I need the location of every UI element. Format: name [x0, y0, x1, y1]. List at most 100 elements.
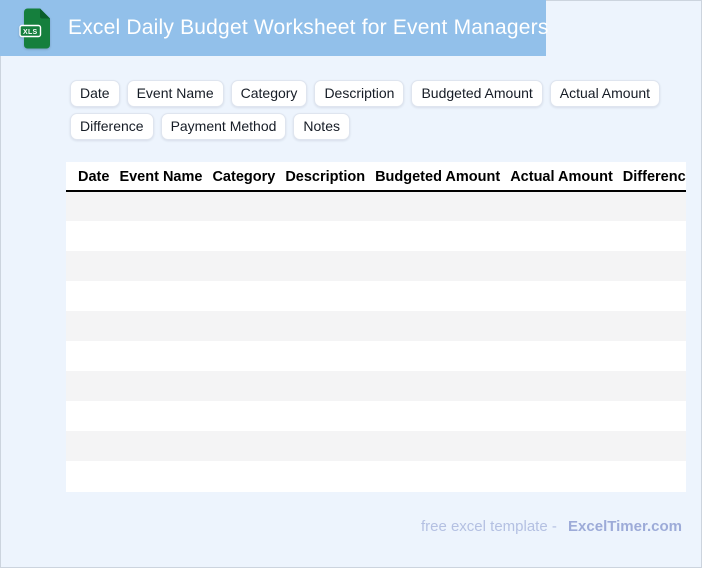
table-cell — [370, 371, 505, 401]
table-cell — [618, 401, 686, 431]
table-cell — [618, 221, 686, 251]
table-cell — [505, 341, 618, 371]
column-header-actual-amount: Actual Amount — [505, 162, 618, 192]
table-cell — [207, 251, 280, 281]
page-title: Excel Daily Budget Worksheet for Event M… — [68, 16, 549, 39]
page: { "header": { "title": "Excel Daily Budg… — [0, 0, 702, 568]
table-header-row: Date Event Name Category Description Budgete… — [66, 162, 686, 192]
field-chip-date[interactable]: Date — [70, 80, 120, 107]
column-header-budgeted-amount: Budgeted Amount — [370, 162, 506, 192]
field-chip-difference[interactable]: Difference — [70, 113, 154, 140]
table-cell — [114, 461, 207, 491]
table-cell — [505, 461, 618, 491]
table-row — [66, 431, 686, 461]
table-row — [66, 311, 686, 341]
table-row — [66, 191, 686, 221]
table-cell — [66, 401, 114, 431]
worksheet-table: Date Event Name Category Description Budgete… — [66, 162, 686, 491]
xls-badge-text: XLS — [23, 28, 38, 35]
table-cell — [370, 401, 505, 431]
table-row — [66, 341, 686, 371]
column-header-event-name: Event Name — [114, 162, 208, 192]
field-chip-payment-method[interactable]: Payment Method — [160, 113, 287, 140]
column-header-date: Date — [66, 162, 115, 192]
table-cell — [66, 191, 114, 221]
table-cell — [618, 281, 686, 311]
table-cell — [370, 341, 505, 371]
table-cell — [280, 221, 370, 251]
table-cell — [280, 341, 370, 371]
table-cell — [370, 461, 505, 491]
table-row — [66, 401, 686, 431]
field-chip-actual-amount[interactable]: Actual Amount — [549, 80, 661, 107]
table-cell — [114, 191, 207, 221]
table-cell — [280, 431, 370, 461]
table-cell — [207, 191, 280, 221]
table-cell — [114, 401, 207, 431]
table-cell — [207, 311, 280, 341]
footer-text: free excel template - — [420, 518, 557, 535]
worksheet-preview: Date Event Name Category Description Budgete… — [66, 162, 686, 492]
table-cell — [114, 371, 207, 401]
table-cell — [207, 461, 280, 491]
table-cell — [66, 371, 114, 401]
table-cell — [370, 311, 505, 341]
table-row — [66, 371, 686, 401]
table-cell — [280, 281, 370, 311]
table-cell — [114, 221, 207, 251]
table-cell — [114, 251, 207, 281]
table-cell — [207, 221, 280, 251]
table-cell — [66, 281, 114, 311]
table-row — [66, 281, 686, 311]
table-cell — [505, 221, 618, 251]
field-chip-notes[interactable]: Notes — [293, 113, 350, 140]
field-chip-category[interactable]: Category — [230, 80, 308, 107]
table-cell — [66, 311, 114, 341]
column-header-difference: Difference — [617, 162, 686, 192]
table-cell — [618, 341, 686, 371]
table-cell — [66, 341, 114, 371]
table-cell — [505, 401, 618, 431]
table-cell — [280, 461, 370, 491]
table-cell — [207, 431, 280, 461]
table-cell — [618, 431, 686, 461]
table-cell — [370, 431, 505, 461]
table-cell — [505, 371, 618, 401]
table-cell — [618, 251, 686, 281]
field-chip-event-name[interactable]: Event Name — [126, 80, 224, 107]
table-cell — [280, 251, 370, 281]
table-cell — [505, 281, 618, 311]
table-body — [66, 191, 686, 491]
table-cell — [280, 191, 370, 221]
table-cell — [207, 281, 280, 311]
table-row — [66, 461, 686, 491]
table-cell — [618, 461, 686, 491]
table-cell — [370, 281, 505, 311]
table-row — [66, 221, 686, 251]
table-cell — [618, 371, 686, 401]
table-cell — [66, 221, 114, 251]
table-cell — [114, 281, 207, 311]
table-cell — [370, 191, 505, 221]
table-cell — [370, 221, 505, 251]
column-header-description: Description — [280, 162, 371, 192]
table-cell — [66, 461, 114, 491]
field-chip-description[interactable]: Description — [314, 80, 405, 107]
footer-brand-link[interactable]: ExcelTimer.com — [568, 518, 682, 535]
table-cell — [280, 401, 370, 431]
table-cell — [505, 431, 618, 461]
footer: free excel template - ExcelTimer.com — [0, 518, 682, 535]
field-chip-budgeted-amount[interactable]: Budgeted Amount — [411, 80, 543, 107]
table-cell — [207, 341, 280, 371]
table-cell — [618, 191, 686, 221]
table-cell — [505, 311, 618, 341]
table-cell — [505, 251, 618, 281]
table-cell — [370, 251, 505, 281]
table-cell — [66, 251, 114, 281]
table-cell — [280, 311, 370, 341]
field-chips: Date Event Name Category Description Budgete… — [70, 80, 686, 140]
table-row — [66, 251, 686, 281]
xls-file-icon: XLS — [19, 8, 50, 48]
table-cell — [207, 371, 280, 401]
table-cell — [505, 191, 618, 221]
